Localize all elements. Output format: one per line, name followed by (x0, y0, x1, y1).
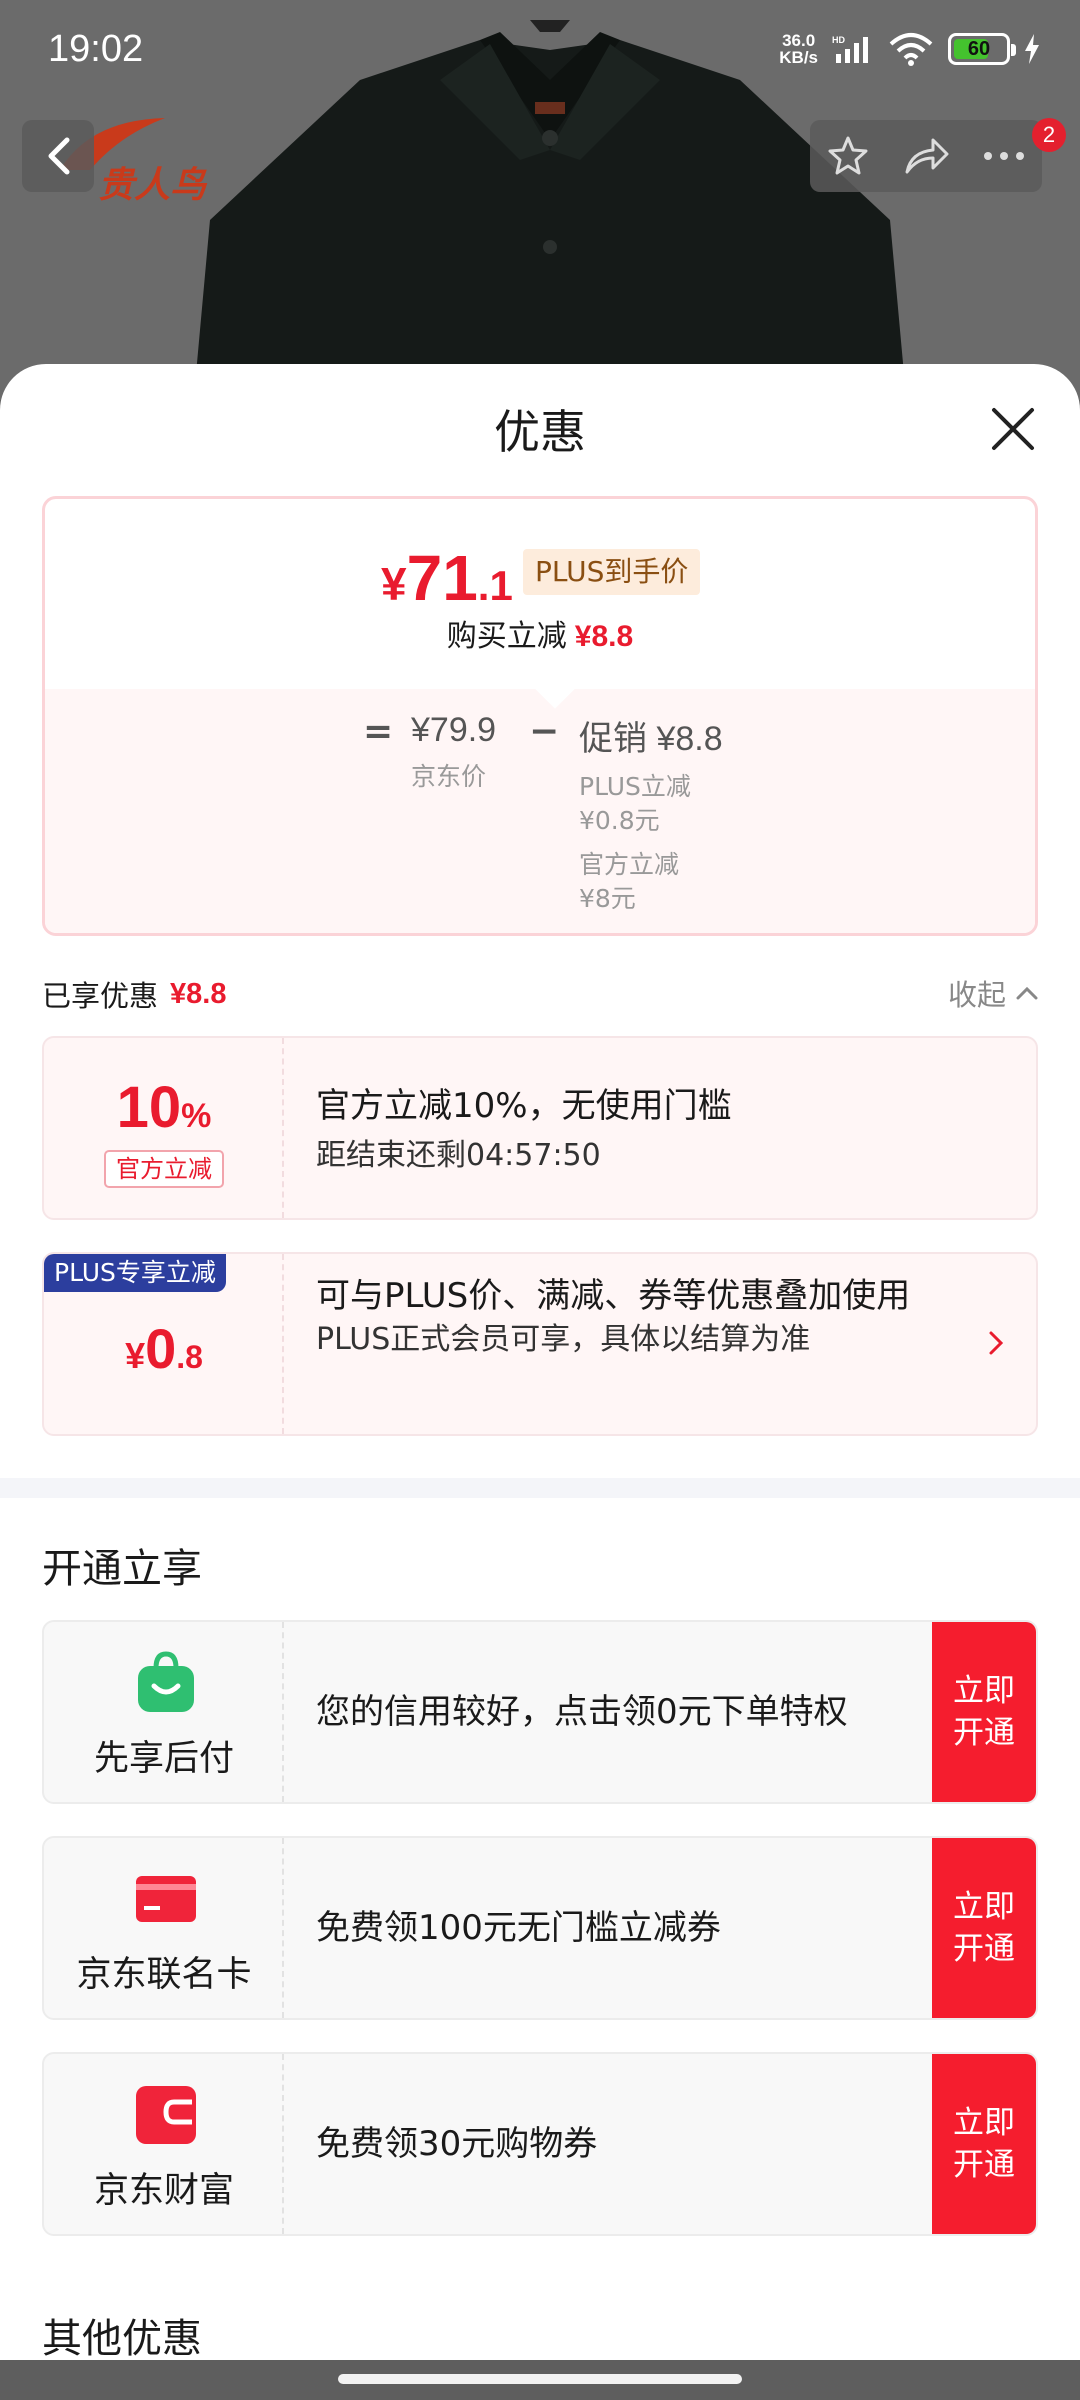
jd-price-block: ¥79.9 京东价 (411, 711, 497, 791)
equals-sign: = (363, 711, 394, 752)
coupon-percent: 10% (116, 1075, 212, 1140)
price-breakdown-card: ¥ 71 .1 PLUS到手价 购买立减 ¥8.8 = ¥79.9 京东价 − 促… (42, 496, 1038, 936)
chevron-up-icon (1016, 986, 1038, 1000)
credit-card-icon (136, 1876, 196, 1922)
coupon-title: 官方立减10%，无使用门槛 (316, 1086, 732, 1126)
minus-sign: − (529, 711, 560, 752)
sheet-title: 优惠 (494, 405, 586, 459)
back-button[interactable] (22, 120, 94, 192)
offer-pay-later[interactable]: 先享后付 您的信用较好，点击领0元下单特权 立即开通 (42, 1620, 1038, 1804)
open-now-button[interactable]: 立即开通 (932, 1838, 1036, 2018)
plus-price-tag: PLUS到手价 (523, 549, 701, 595)
home-indicator[interactable] (338, 2374, 742, 2384)
svg-text:HD: HD (832, 35, 845, 45)
plus-exclusive-tag: PLUS专享立减 (44, 1254, 226, 1292)
share-icon[interactable] (903, 136, 949, 176)
status-time: 19:02 (48, 28, 144, 70)
signal-icon: HD (832, 35, 868, 63)
plus-discount-coupon[interactable]: PLUS专享立减 ¥0.8 可与PLUS价、满减、券等优惠叠加使用 PLUS正式… (42, 1252, 1038, 1436)
plus-discount-value: ¥0.8 (125, 1317, 203, 1380)
discount-sheet: 优惠 ¥ 71 .1 PLUS到手价 购买立减 ¥8.8 = ¥79.9 京东价 … (0, 364, 1080, 2400)
final-price: ¥ 71 .1 (381, 542, 513, 614)
coupon-subtitle: PLUS正式会员可享，具体以结算为准 (316, 1322, 811, 1357)
status-bar: 19:02 36.0 KB/s HD 60 (0, 0, 1080, 98)
enjoyed-discount-row: 已享优惠 ¥8.8 收起 (42, 964, 1038, 1024)
charging-icon (1025, 34, 1039, 64)
official-discount-coupon: 10% 官方立减 官方立减10%，无使用门槛 距结束还剩04:57:50 (42, 1036, 1038, 1220)
star-icon[interactable] (826, 134, 870, 178)
wallet-icon (136, 2086, 196, 2144)
nav-action-group (810, 120, 1042, 192)
offer-jd-wealth[interactable]: 京东财富 免费领30元购物券 立即开通 (42, 2052, 1038, 2236)
more-icon[interactable] (982, 150, 1026, 162)
coupon-tag: 官方立减 (104, 1150, 224, 1188)
chevron-left-icon (48, 137, 70, 175)
network-speed: 36.0 KB/s (779, 31, 818, 67)
message-badge: 2 (1032, 118, 1066, 152)
close-icon[interactable] (990, 406, 1036, 452)
coupon-countdown: 距结束还剩04:57:50 (316, 1138, 601, 1173)
battery-indicator: 60 (948, 33, 1016, 65)
open-now-button[interactable]: 立即开通 (932, 1622, 1036, 1802)
open-now-button[interactable]: 立即开通 (932, 2054, 1036, 2234)
other-section-title: 其他优惠 (42, 2316, 202, 2362)
shopping-bag-icon (138, 1651, 194, 1712)
collapse-button[interactable]: 收起 (948, 972, 1038, 1014)
offer-co-branded-card[interactable]: 京东联名卡 免费领100元无门槛立减券 立即开通 (42, 1836, 1038, 2020)
status-icons: 36.0 KB/s HD 60 (779, 26, 1040, 72)
section-divider (0, 1478, 1080, 1498)
instant-discount-line: 购买立减 ¥8.8 (446, 619, 634, 654)
wifi-icon (889, 33, 933, 66)
open-section-title: 开通立享 (42, 1546, 202, 1592)
chevron-right-icon (989, 1331, 1004, 1355)
coupon-title: 可与PLUS价、满减、券等优惠叠加使用 (316, 1276, 911, 1316)
promo-block: 促销 ¥8.8 PLUS立减 ¥0.8元 官方立减 ¥8元 (579, 719, 723, 913)
